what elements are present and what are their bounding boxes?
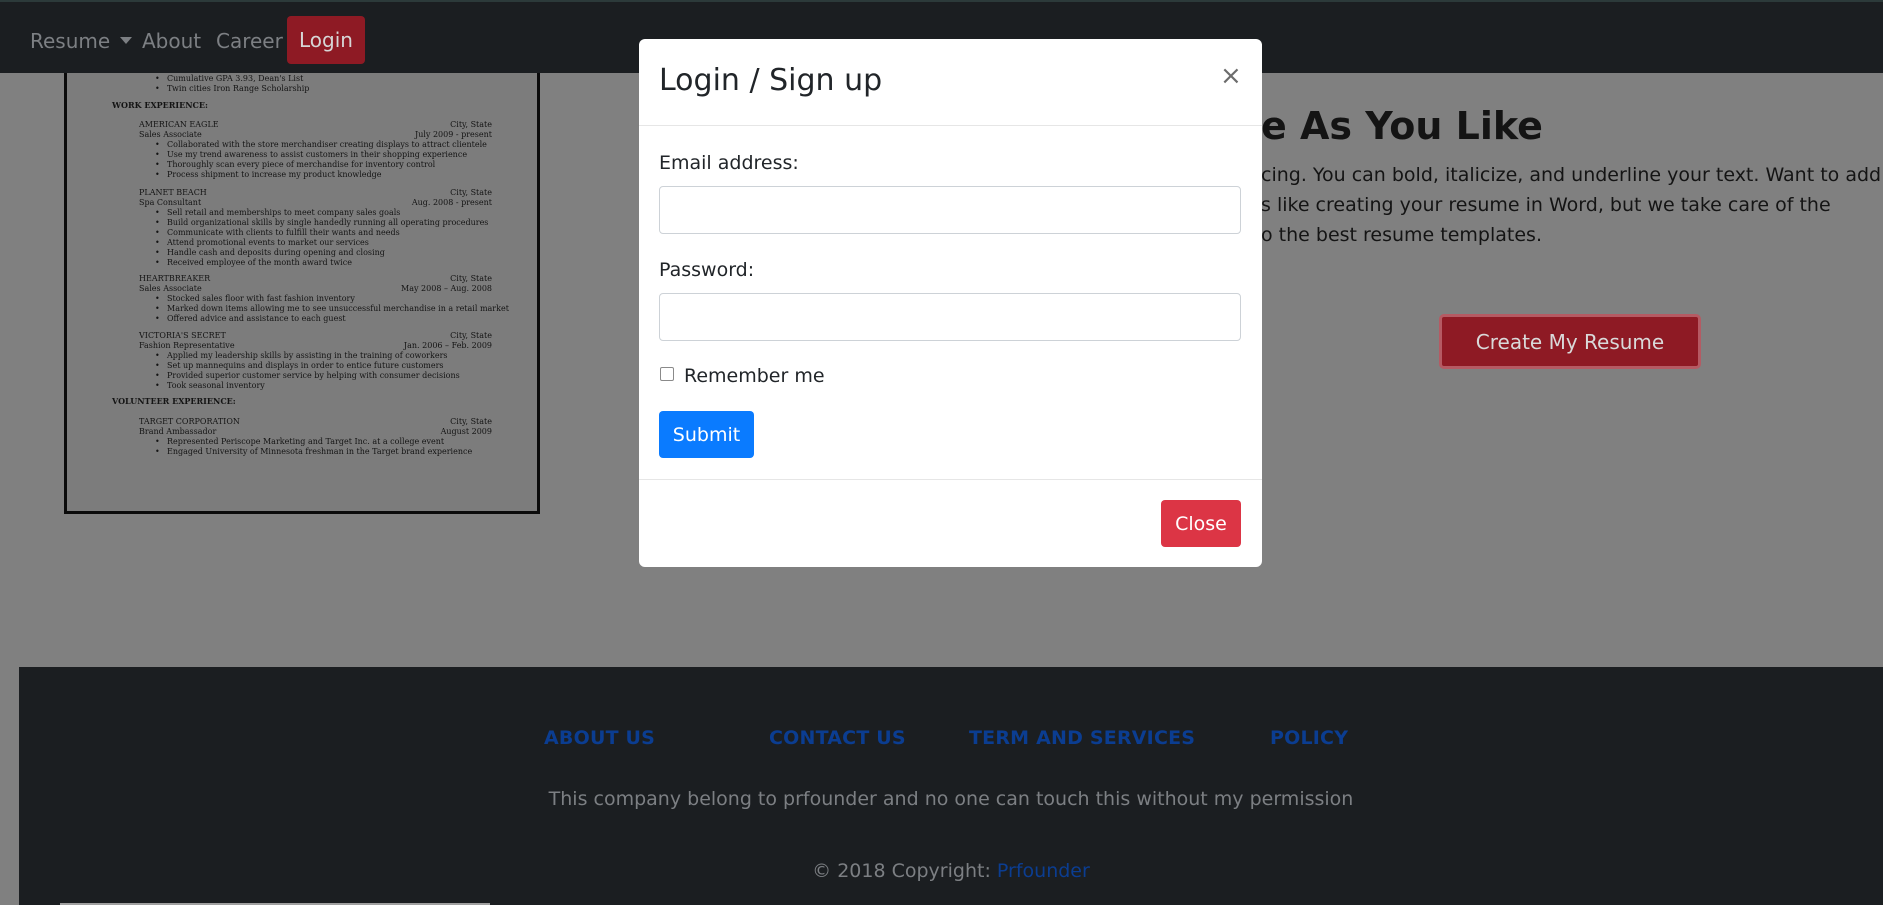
resume-location: City, State	[450, 188, 492, 197]
footer-link-about-us[interactable]: ABOUT US	[544, 727, 655, 749]
copyright-text: © 2018 Copyright:	[812, 860, 991, 882]
feature-description-line: s like creating your resume in Word, but…	[1261, 194, 1831, 216]
email-label: Email address:	[659, 152, 799, 174]
resume-line: Sell retail and memberships to meet comp…	[155, 208, 400, 217]
close-icon[interactable]: ×	[1220, 63, 1242, 89]
modal-title: Login / Sign up	[659, 63, 883, 98]
resume-line: Marked down items allowing me to see uns…	[155, 304, 509, 313]
footer-notice: This company belong to prfounder and no …	[548, 788, 1354, 810]
resume-employer: HEARTBREAKER	[139, 274, 211, 283]
resume-employer: VICTORIA'S SECRET	[139, 331, 226, 340]
resume-dates: August 2009	[440, 427, 492, 436]
resume-line: Build organizational skills by single ha…	[155, 218, 488, 227]
resume-line: Use my trend awareness to assist custome…	[155, 150, 467, 159]
resume-line: Set up mannequins and displays in order …	[155, 361, 443, 370]
remember-me-checkbox[interactable]	[660, 367, 674, 381]
resume-location: City, State	[450, 120, 492, 129]
password-label: Password:	[659, 259, 755, 281]
resume-line: Process shipment to increase my product …	[155, 170, 381, 179]
remember-me-label: Remember me	[684, 365, 825, 387]
resume-employer: PLANET BEACH	[139, 188, 207, 197]
resume-section-heading: WORK EXPERIENCE:	[112, 100, 208, 110]
resume-dates: May 2008 – Aug. 2008	[401, 284, 492, 293]
resume-line: Cumulative GPA 3.93, Dean's List	[155, 74, 303, 83]
nav-resume-label: Resume	[30, 29, 111, 53]
footer-brand-link[interactable]: Prfounder	[997, 860, 1090, 882]
resume-dates: Aug. 2008 - present	[411, 198, 492, 207]
email-field[interactable]	[659, 186, 1241, 234]
nav-resume-dropdown[interactable]: Resume	[30, 29, 133, 53]
resume-location: City, State	[450, 274, 492, 283]
resume-employer: AMERICAN EAGLE	[139, 120, 219, 129]
resume-location: City, State	[450, 417, 492, 426]
resume-line: Thoroughly scan every piece of merchandi…	[155, 160, 435, 169]
resume-line: Took seasonal inventory	[155, 381, 265, 390]
resume-line: Applied my leadership skills by assistin…	[155, 351, 447, 360]
password-field[interactable]	[659, 293, 1241, 341]
login-button[interactable]: Login	[287, 16, 365, 64]
feature-description-line: o the best resume templates.	[1261, 224, 1542, 246]
resume-line: Handle cash and deposits during opening …	[155, 248, 385, 257]
footer-link-policy[interactable]: POLICY	[1270, 727, 1348, 749]
resume-location: City, State	[450, 331, 492, 340]
resume-line: Collaborated with the store merchandiser…	[155, 140, 487, 149]
resume-dates: Jan. 2006 – Feb. 2009	[403, 341, 492, 350]
resume-line: Received employee of the month award twi…	[155, 258, 352, 267]
nav-career-link[interactable]: Career	[216, 29, 283, 53]
chevron-down-icon	[120, 37, 133, 44]
modal-footer-divider	[639, 479, 1262, 480]
close-button[interactable]: Close	[1161, 500, 1241, 547]
footer-copyright: © 2018 Copyright: Prfounder	[19, 860, 1883, 882]
resume-role: Sales Associate	[139, 130, 202, 139]
login-modal: Login / Sign up × Email address: Passwor…	[639, 39, 1262, 567]
resume-line: Provided superior customer service by he…	[155, 371, 460, 380]
create-resume-button[interactable]: Create My Resume	[1439, 314, 1701, 369]
resume-preview: Cumulative GPA 3.93, Dean's List Twin ci…	[64, 73, 540, 514]
resume-line: Attend promotional events to market our …	[155, 238, 369, 247]
feature-description-line: cing. You can bold, italicize, and under…	[1261, 164, 1883, 186]
resume-line: Represented Periscope Marketing and Targ…	[155, 437, 444, 446]
resume-role: Brand Ambassador	[139, 427, 217, 436]
modal-header-divider	[639, 125, 1262, 126]
resume-line: Offered advice and assistance to each gu…	[155, 314, 346, 323]
resume-employer: TARGET CORPORATION	[139, 417, 240, 426]
feature-heading: e As You Like	[1261, 104, 1543, 148]
resume-line: Communicate with clients to fulfill thei…	[155, 228, 400, 237]
page-footer: ABOUT US CONTACT US TERM AND SERVICES PO…	[19, 667, 1883, 905]
resume-line: Twin cities Iron Range Scholarship	[155, 84, 309, 93]
resume-role: Sales Associate	[139, 284, 202, 293]
footer-link-contact-us[interactable]: CONTACT US	[769, 727, 906, 749]
resume-role: Fashion Representative	[139, 341, 235, 350]
resume-role: Spa Consultant	[139, 198, 202, 207]
submit-button[interactable]: Submit	[659, 411, 754, 458]
resume-dates: July 2009 - present	[414, 130, 492, 139]
resume-section-heading: VOLUNTEER EXPERIENCE:	[112, 396, 236, 406]
nav-about-link[interactable]: About	[142, 29, 201, 53]
resume-line: Stocked sales floor with fast fashion in…	[155, 294, 355, 303]
footer-link-terms[interactable]: TERM AND SERVICES	[969, 727, 1195, 749]
resume-line: Engaged University of Minnesota freshman…	[155, 447, 472, 456]
